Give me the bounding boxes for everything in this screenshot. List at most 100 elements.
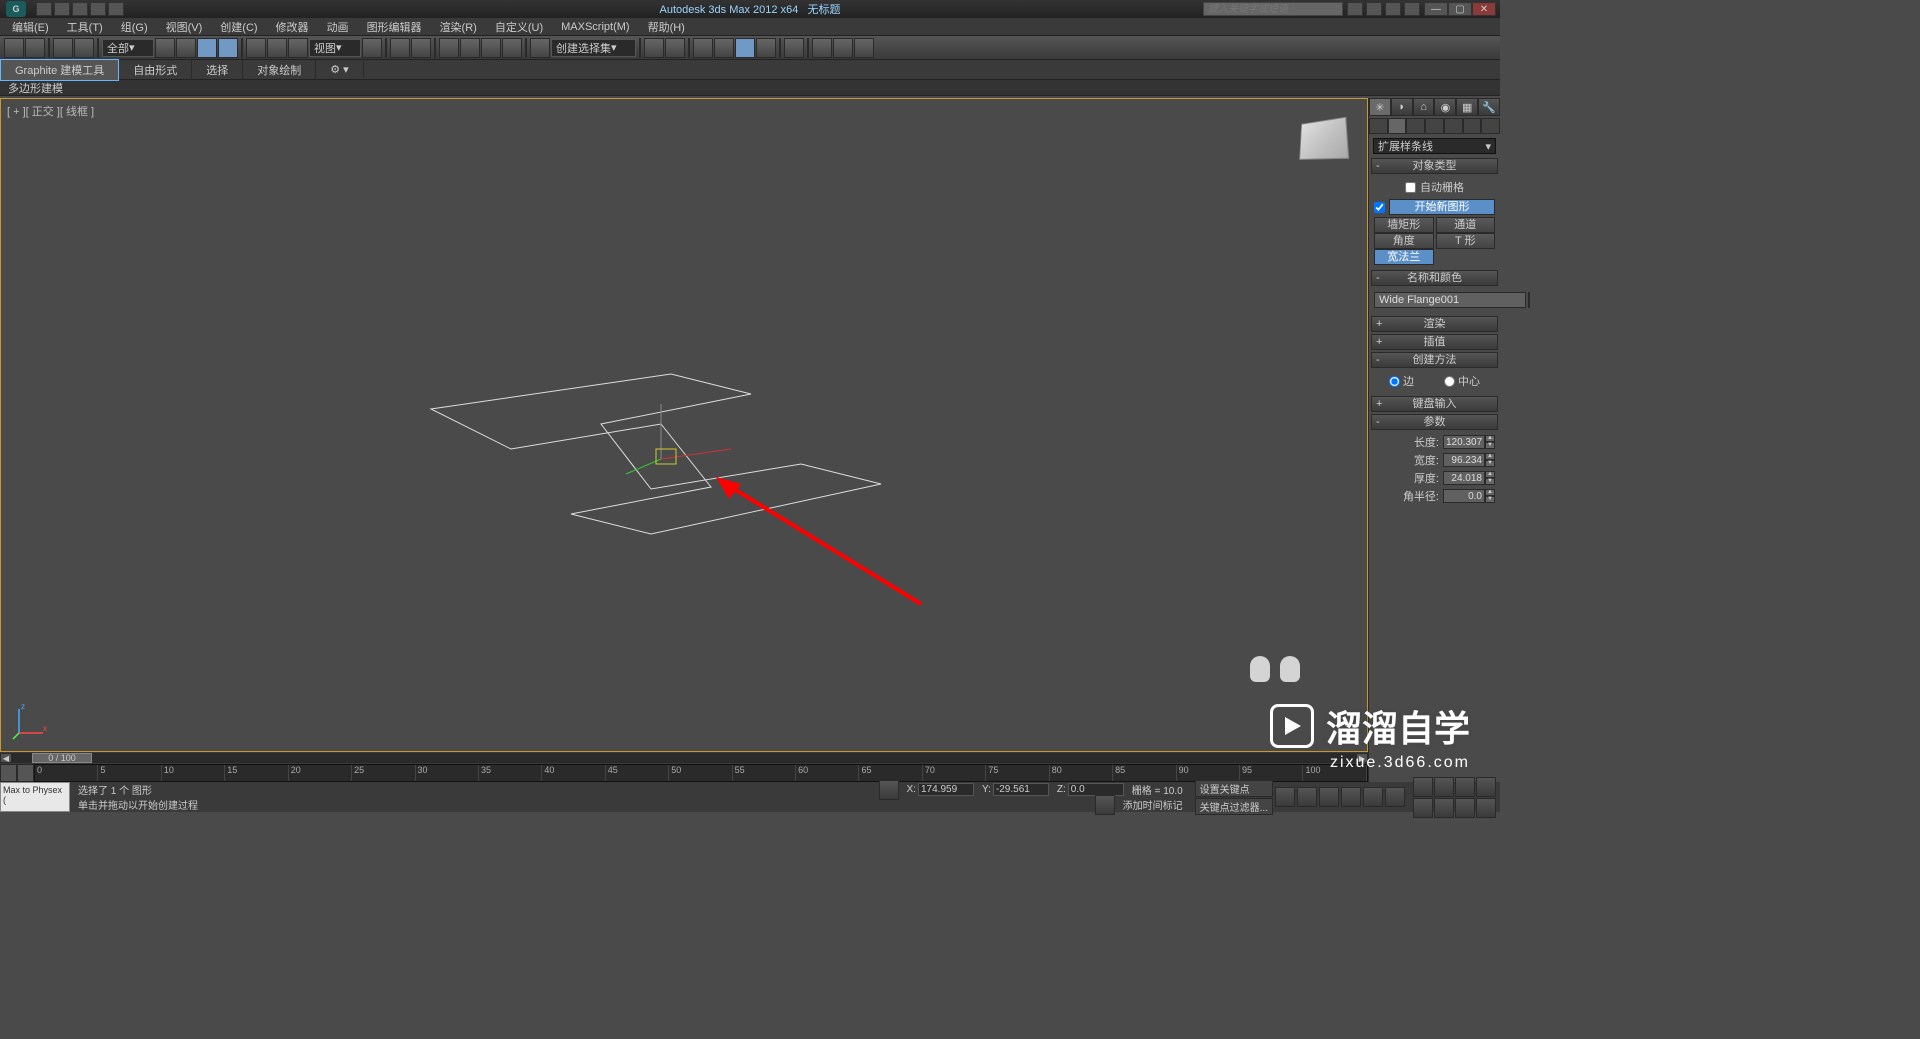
lights-subtab[interactable] (1406, 118, 1425, 134)
helpers-subtab[interactable] (1444, 118, 1463, 134)
trackbar-menu[interactable] (17, 764, 34, 782)
schematic-view[interactable] (756, 38, 776, 58)
set-key-button[interactable]: 设置关键点 (1195, 780, 1273, 797)
menu-animation[interactable]: 动画 (319, 19, 357, 35)
length-input[interactable] (1443, 435, 1485, 449)
link-button[interactable] (53, 38, 73, 58)
snap-percent[interactable] (481, 38, 501, 58)
goto-start[interactable] (1275, 787, 1295, 807)
utilities-tab[interactable]: 🔧 (1478, 98, 1500, 116)
zoom-view[interactable] (1455, 777, 1475, 797)
prev-frame[interactable] (1297, 787, 1317, 807)
menu-modifiers[interactable]: 修改器 (268, 19, 317, 35)
interpolation-header[interactable]: +插值 (1371, 334, 1498, 350)
geometry-subtab[interactable] (1369, 118, 1388, 134)
coord-x[interactable] (918, 783, 974, 796)
orbit-view[interactable] (1455, 798, 1475, 818)
pan-view[interactable] (1413, 777, 1433, 797)
menu-grapheditors[interactable]: 图形编辑器 (359, 19, 430, 35)
select-scale[interactable] (288, 38, 308, 58)
select-object[interactable] (155, 38, 175, 58)
select-manipulate[interactable] (390, 38, 410, 58)
search-icon[interactable] (1347, 2, 1363, 16)
shapes-subtab[interactable] (1388, 118, 1407, 134)
unlink-button[interactable] (74, 38, 94, 58)
menu-create[interactable]: 创建(C) (212, 19, 265, 35)
width-input[interactable] (1443, 453, 1485, 467)
comm-center-icon[interactable] (1366, 2, 1382, 16)
mirror-button[interactable] (644, 38, 664, 58)
menu-views[interactable]: 视图(V) (158, 19, 211, 35)
center-radio[interactable] (1444, 376, 1455, 387)
window-crossing[interactable] (218, 38, 238, 58)
channel-button[interactable]: 通道 (1436, 217, 1496, 233)
zoom-extents[interactable] (1413, 798, 1433, 818)
select-rotate[interactable] (267, 38, 287, 58)
named-selection-sets[interactable]: 创建选择集 ▾ (551, 39, 636, 57)
viewcube[interactable] (1287, 109, 1357, 179)
thickness-up[interactable]: ▲ (1485, 471, 1495, 478)
menu-help[interactable]: 帮助(H) (640, 19, 693, 35)
rendering-header[interactable]: +渲染 (1371, 316, 1498, 332)
qat-open[interactable] (54, 2, 70, 16)
menu-maxscript[interactable]: MAXScript(M) (553, 21, 637, 33)
modify-tab[interactable]: ◗ (1391, 98, 1413, 116)
cameras-subtab[interactable] (1425, 118, 1444, 134)
undo-button[interactable] (4, 38, 24, 58)
coord-y[interactable] (993, 783, 1049, 796)
transform-gizmo[interactable] (621, 399, 741, 479)
layer-manager[interactable] (693, 38, 713, 58)
isolate-toggle[interactable] (1095, 795, 1115, 815)
ref-coord-system[interactable]: 视图 ▾ (309, 39, 361, 57)
qat-new[interactable] (36, 2, 52, 16)
time-slider-thumb[interactable]: 0 / 100 (32, 753, 92, 763)
width-up[interactable]: ▲ (1485, 453, 1495, 460)
align-button[interactable] (665, 38, 685, 58)
keyboard-shortcut[interactable] (411, 38, 431, 58)
qat-dropdown[interactable] (108, 2, 124, 16)
rendered-frame[interactable] (833, 38, 853, 58)
render-setup[interactable] (812, 38, 832, 58)
create-tab[interactable]: ✳ (1369, 98, 1391, 116)
parameters-header[interactable]: -参数 (1371, 414, 1498, 430)
width-down[interactable]: ▼ (1485, 460, 1495, 467)
ribbon-tab-paint[interactable]: 对象绘制 (243, 60, 316, 80)
spacewarps-subtab[interactable] (1463, 118, 1482, 134)
angle-button[interactable]: 角度 (1374, 233, 1434, 249)
object-name-input[interactable] (1374, 292, 1526, 308)
wrectangle-button[interactable]: 墙矩形 (1374, 217, 1434, 233)
category-dropdown[interactable]: 扩展样条线▾ (1373, 138, 1496, 154)
slider-left[interactable]: ◀ (0, 753, 12, 763)
help-icon[interactable] (1404, 2, 1420, 16)
tee-button[interactable]: T 形 (1436, 233, 1496, 249)
walk-through[interactable] (1434, 777, 1454, 797)
keyboard-entry-header[interactable]: +键盘输入 (1371, 396, 1498, 412)
thickness-down[interactable]: ▼ (1485, 478, 1495, 485)
motion-tab[interactable]: ◉ (1434, 98, 1456, 116)
select-move[interactable] (246, 38, 266, 58)
play-button[interactable] (1319, 787, 1339, 807)
thickness-input[interactable] (1443, 471, 1485, 485)
time-slider-track[interactable]: 0 / 100 (12, 753, 1356, 763)
timeline-ruler[interactable]: 0 5 10 15 20 25 30 35 40 45 50 55 60 65 … (34, 764, 1368, 782)
menu-group[interactable]: 组(G) (113, 19, 156, 35)
menu-tools[interactable]: 工具(T) (59, 19, 111, 35)
menu-customize[interactable]: 自定义(U) (487, 19, 551, 35)
length-up[interactable]: ▲ (1485, 435, 1495, 442)
selection-filter[interactable]: 全部 ▾ (102, 39, 154, 57)
use-pivot-center[interactable] (362, 38, 382, 58)
corner-down[interactable]: ▼ (1485, 496, 1495, 503)
select-region[interactable] (197, 38, 217, 58)
ribbon-tab-settings[interactable]: ⚙ ▾ (316, 61, 363, 78)
startnew-checkbox[interactable] (1374, 202, 1385, 213)
time-config[interactable] (1385, 787, 1405, 807)
select-by-name[interactable] (176, 38, 196, 58)
edge-radio[interactable] (1389, 376, 1400, 387)
snap-angle[interactable] (460, 38, 480, 58)
menu-edit[interactable]: 编辑(E) (4, 19, 57, 35)
favorites-icon[interactable] (1385, 2, 1401, 16)
key-filters-button[interactable]: 关键点过滤器... (1195, 798, 1273, 815)
maxscript-listener[interactable]: Max to Physex ( (0, 782, 70, 812)
autogrid-checkbox[interactable] (1405, 182, 1416, 193)
menu-rendering[interactable]: 渲染(R) (432, 19, 485, 35)
